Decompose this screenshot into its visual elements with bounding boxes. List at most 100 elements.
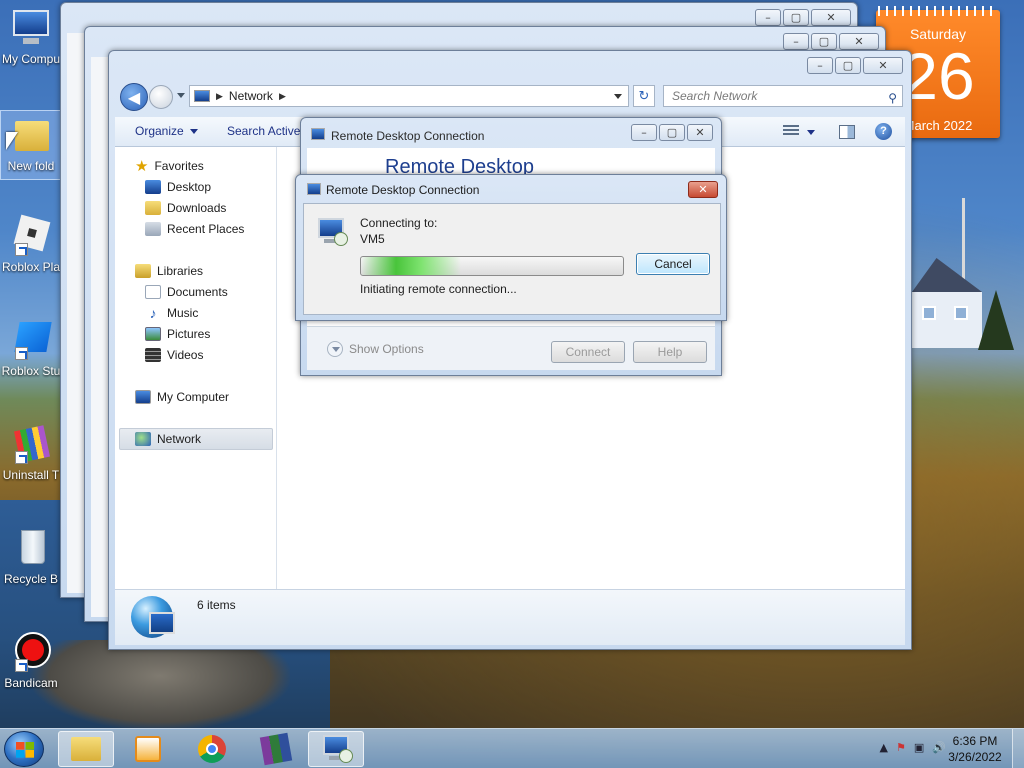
view-options-icon[interactable] [783, 125, 799, 137]
show-options-toggle[interactable]: Show Options [327, 341, 424, 357]
computer-icon [135, 390, 151, 404]
shortcut-arrow-icon [15, 243, 28, 256]
nav-label: Music [167, 306, 199, 320]
nav-music[interactable]: ♪ Music [145, 304, 199, 322]
bandicam-record-icon [11, 632, 51, 672]
star-icon: ★ [135, 158, 149, 175]
nav-documents[interactable]: Documents [145, 283, 228, 301]
desktop-icon-uninstall-tool[interactable]: Uninstall T [0, 424, 62, 482]
desktop-icon-roblox-player[interactable]: Roblox Pla [0, 214, 62, 274]
show-hidden-icons-chevron-icon[interactable]: ▲ [880, 741, 888, 754]
breadcrumb-separator-icon[interactable]: ▶ [279, 91, 286, 102]
chevron-down-icon[interactable] [807, 130, 815, 135]
recent-pages-dropdown-icon[interactable] [177, 93, 185, 98]
taskbar-winrar[interactable] [248, 731, 304, 767]
nav-videos[interactable]: Videos [145, 346, 203, 364]
cancel-button[interactable]: Cancel [636, 253, 710, 275]
nav-recent-places[interactable]: Recent Places [145, 220, 244, 238]
desktop-icon-roblox-studio[interactable]: Roblox Stu [0, 320, 62, 378]
maximize-button[interactable]: ▢ [811, 33, 837, 50]
nav-libraries[interactable]: Libraries [135, 262, 203, 280]
close-button[interactable]: ✕ [687, 124, 713, 141]
refresh-icon[interactable]: ↻ [633, 85, 655, 107]
nav-desktop[interactable]: Desktop [145, 178, 211, 196]
remote-desktop-icon [321, 735, 353, 763]
organize-button[interactable]: Organize [135, 124, 198, 138]
maximize-button[interactable]: ▢ [835, 57, 861, 74]
address-dropdown-icon[interactable] [614, 94, 622, 99]
taskbar-media-player[interactable] [120, 731, 176, 767]
chrome-icon [198, 735, 226, 763]
help-icon[interactable]: ? [875, 123, 892, 140]
search-input[interactable]: Search Network ⚲ [663, 85, 903, 107]
desktop-icon-my-computer[interactable]: My Compu [0, 8, 62, 66]
minimize-button[interactable]: – [631, 124, 657, 141]
breadcrumb-network[interactable]: Network [229, 89, 273, 103]
connection-status-text: Initiating remote connection... [360, 282, 517, 296]
nav-label: Network [157, 432, 202, 446]
maximize-button[interactable]: ▢ [783, 9, 809, 26]
nav-label: My Computer [157, 390, 230, 404]
close-button[interactable]: ✕ [811, 9, 851, 26]
network-icon [194, 90, 210, 102]
desktop-icon-label: Roblox Stu [1, 364, 61, 378]
nav-downloads[interactable]: Downloads [145, 199, 226, 217]
nav-favorites[interactable]: ★ Favorites [135, 157, 204, 175]
start-button[interactable] [4, 731, 44, 767]
media-player-icon [135, 736, 161, 762]
address-bar[interactable]: ▶ Network ▶ [189, 85, 629, 107]
close-button[interactable]: ✕ [839, 33, 879, 50]
search-active-directory-button[interactable]: Search Active [227, 124, 300, 138]
nav-label: Recent Places [167, 222, 245, 236]
help-button[interactable]: Help [633, 341, 707, 363]
connect-button[interactable]: Connect [551, 341, 625, 363]
minimize-button[interactable]: – [783, 33, 809, 50]
rdc-dialog-body: Connecting to: VM5 Cancel Initiating rem… [303, 203, 721, 315]
archive-books-icon [259, 732, 293, 766]
preview-pane-icon[interactable] [839, 125, 855, 139]
remote-host-name: VM5 [360, 232, 385, 246]
search-icon[interactable]: ⚲ [888, 88, 897, 108]
desktop-icon-label: Recycle B [3, 572, 59, 586]
nav-label: Documents [167, 285, 228, 299]
back-arrow-icon[interactable]: ◀ [120, 83, 148, 111]
clock-date: 3/26/2022 [948, 750, 1002, 764]
taskbar-chrome[interactable] [184, 731, 240, 767]
taskbar-explorer[interactable] [58, 731, 114, 767]
forward-arrow-icon[interactable] [149, 85, 173, 109]
desktop-icon-recycle-bin[interactable]: Recycle B [0, 528, 62, 586]
close-button[interactable]: ✕ [863, 57, 903, 74]
roblox-icon [11, 214, 51, 256]
window-title: Remote Desktop Connection [331, 129, 485, 143]
mouse-cursor-icon [6, 132, 18, 150]
action-center-flag-icon[interactable]: ⚑ [896, 741, 906, 754]
show-desktop-button[interactable] [1012, 729, 1024, 768]
nav-label: Downloads [167, 201, 227, 215]
minimize-button[interactable]: – [807, 57, 833, 74]
nav-label: Pictures [167, 327, 211, 341]
desktop-icon-label: Uninstall T [2, 468, 60, 482]
shortcut-arrow-icon [15, 451, 28, 464]
item-count: 6 items [197, 598, 236, 612]
nav-label: Desktop [167, 180, 212, 194]
nav-pictures[interactable]: Pictures [145, 325, 210, 343]
clock-time: 6:36 PM [952, 734, 998, 748]
maximize-button[interactable]: ▢ [659, 124, 685, 141]
nav-my-computer[interactable]: My Computer [135, 388, 229, 406]
desktop-icon [145, 180, 161, 194]
minimize-button[interactable]: – [755, 9, 781, 26]
breadcrumb-separator-icon[interactable]: ▶ [216, 91, 223, 102]
documents-icon [145, 285, 161, 299]
desktop-icon-bandicam[interactable]: Bandicam [0, 632, 62, 690]
connection-progress-bar [360, 256, 624, 276]
taskbar-remote-desktop[interactable] [308, 731, 364, 767]
close-button[interactable]: ✕ [688, 181, 718, 198]
rdc-connecting-dialog[interactable]: Remote Desktop Connection ✕ Connecting t… [295, 174, 727, 321]
network-status-icon[interactable]: ▣ [914, 741, 924, 754]
taskbar: ▲ ⚑ ▣ 🔊 6:36 PM 3/26/2022 [0, 728, 1024, 768]
nav-network[interactable]: Network [135, 430, 201, 448]
libraries-icon [135, 264, 151, 278]
expand-chevron-icon [327, 341, 343, 357]
nav-label: Videos [167, 348, 204, 362]
taskbar-clock[interactable]: 6:36 PM 3/26/2022 [940, 733, 1010, 765]
